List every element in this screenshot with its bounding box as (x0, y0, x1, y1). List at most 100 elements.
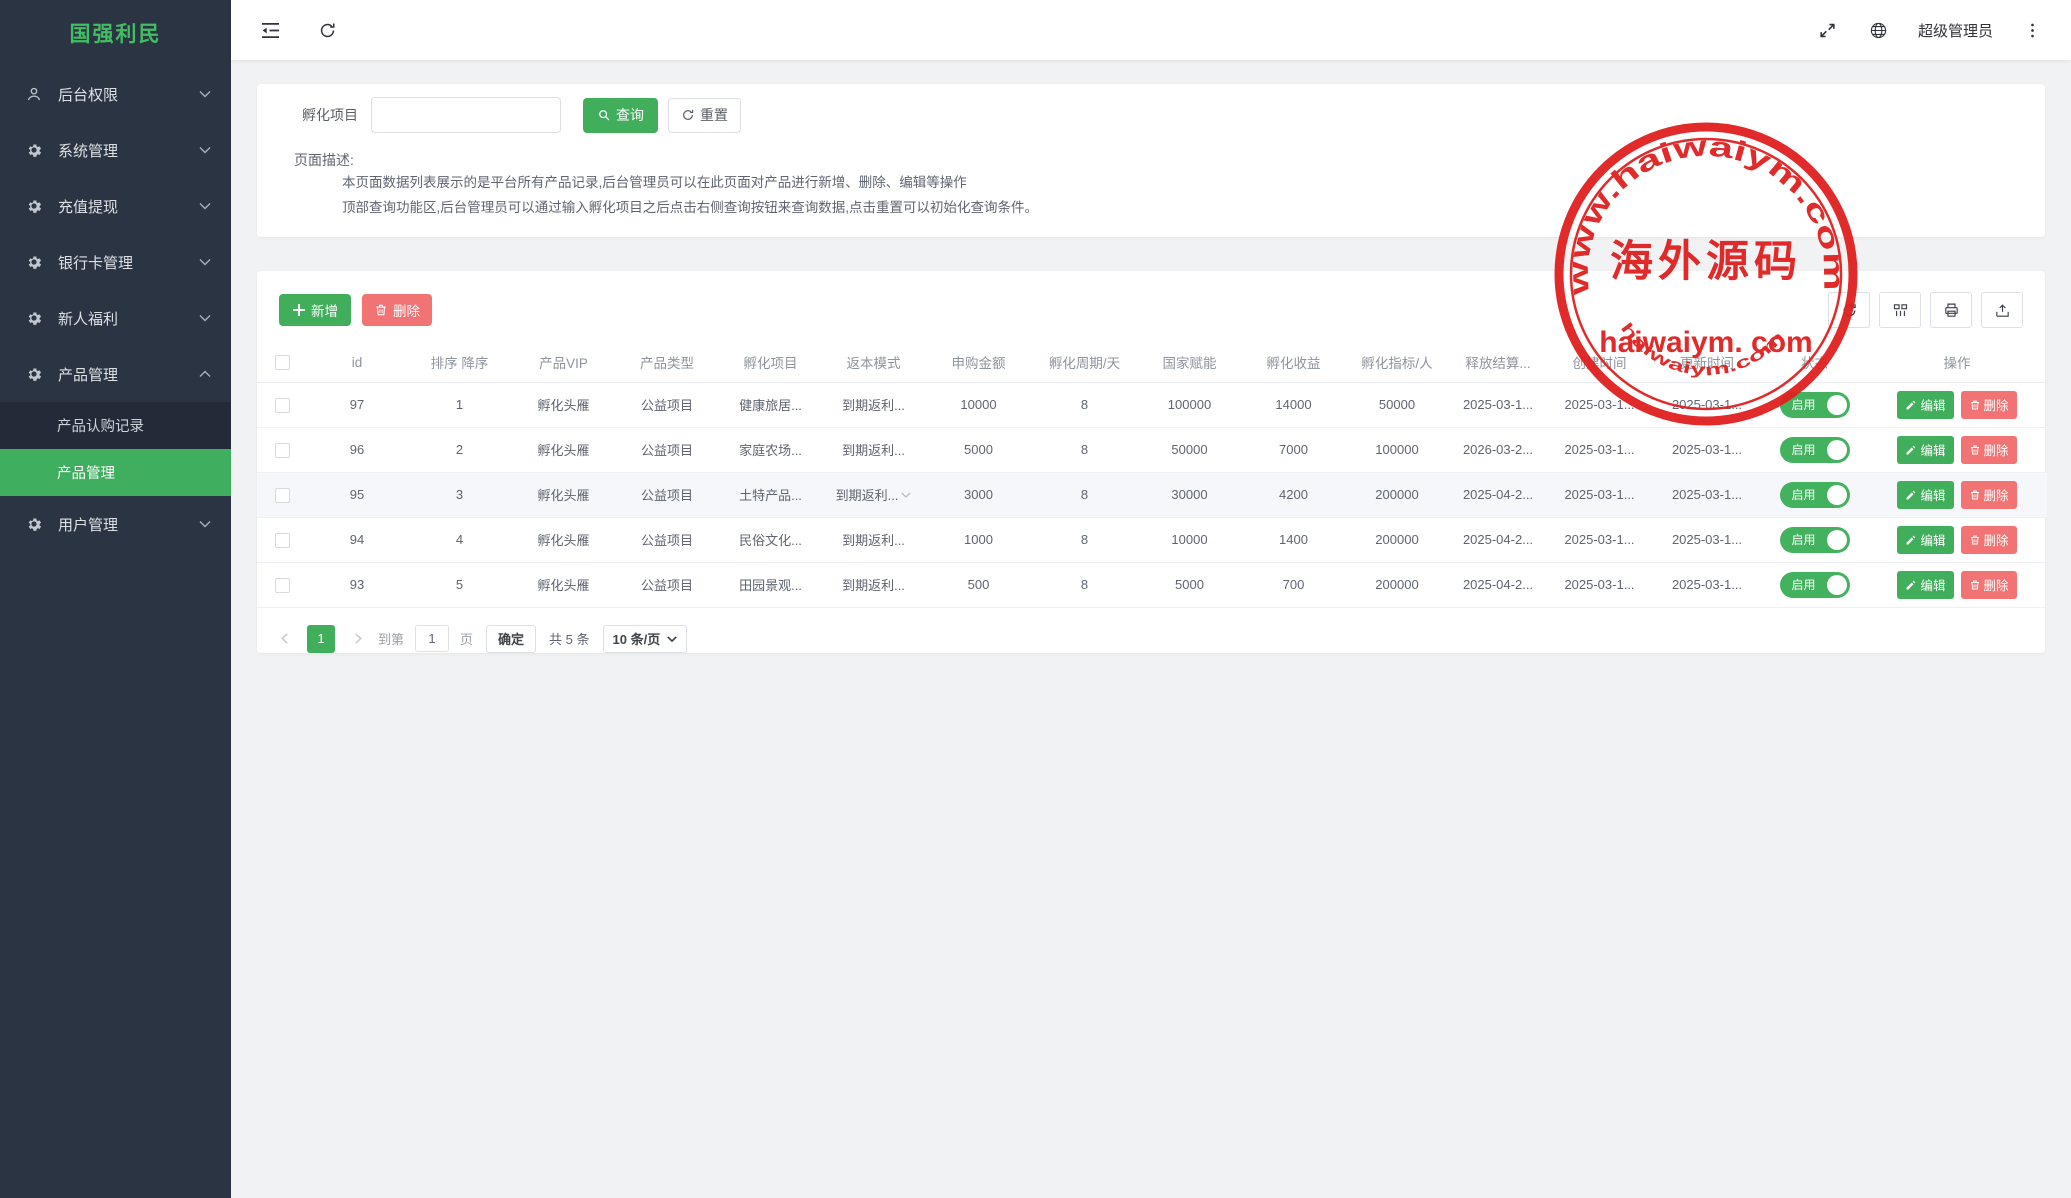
products-table: id排序 降序产品VIP产品类型孵化项目返本模式申购金额孵化周期/天国家赋能孵化… (257, 343, 2047, 608)
cell-quota: 200000 (1345, 472, 1449, 517)
cell-mode: 到期返利... (822, 382, 925, 427)
edit-row-button[interactable]: 编辑 (1897, 391, 1953, 419)
collapse-sidebar-icon[interactable] (258, 18, 282, 42)
reset-button[interactable]: 重置 (668, 98, 741, 133)
cell-type-value: 公益项目 (641, 578, 693, 593)
edit-row-button[interactable]: 编辑 (1897, 571, 1953, 599)
cell-status: 启用 (1762, 562, 1867, 607)
sidebar-subitem-label: 产品认购记录 (57, 415, 144, 436)
goto-page-input[interactable] (415, 625, 449, 652)
status-toggle[interactable]: 启用 (1780, 437, 1850, 463)
cell-updated-value: 2025-03-1... (1672, 397, 1742, 412)
delete-row-button[interactable]: 删除 (1961, 526, 2017, 554)
sidebar-item-6[interactable]: 用户管理 (0, 496, 231, 552)
current-user[interactable]: 超级管理员 (1918, 20, 1993, 41)
row-checkbox[interactable] (275, 578, 290, 593)
cell-id-value: 93 (350, 577, 364, 592)
cell-mode-value: 到期返利... (842, 533, 905, 548)
next-page-icon[interactable] (348, 633, 368, 644)
cell-vip: 孵化头雁 (512, 382, 615, 427)
page-size-select[interactable]: 10 条/页 (603, 625, 688, 653)
reset-icon (681, 108, 695, 122)
cell-empower-value: 5000 (1175, 577, 1204, 592)
cell-cycle-value: 8 (1081, 397, 1088, 412)
cell-updated: 2025-03-1... (1652, 472, 1762, 517)
cell-updated: 2025-03-1... (1652, 382, 1762, 427)
status-toggle[interactable]: 启用 (1780, 527, 1850, 553)
delete-button[interactable]: 删除 (362, 294, 432, 326)
column-header-14: 状态 (1762, 343, 1867, 382)
cell-cycle: 8 (1032, 382, 1137, 427)
row-checkbox[interactable] (275, 533, 290, 548)
sidebar-item-0[interactable]: 后台权限 (0, 66, 231, 122)
cell-project: 土特产品... (719, 472, 822, 517)
cell-project: 健康旅居... (719, 382, 822, 427)
incubation-project-input[interactable] (371, 97, 561, 133)
row-checkbox[interactable] (275, 398, 290, 413)
column-header-8: 国家赋能 (1137, 343, 1242, 382)
pencil-icon (1905, 534, 1917, 546)
page-number[interactable]: 1 (307, 625, 335, 653)
status-toggle[interactable]: 启用 (1780, 392, 1850, 418)
column-header-6: 申购金额 (925, 343, 1032, 382)
cell-profit: 1400 (1242, 517, 1345, 562)
edit-row-label: 编辑 (1920, 395, 1945, 414)
cell-profit-value: 700 (1283, 577, 1305, 592)
column-header-13: 更新时间 (1652, 343, 1762, 382)
cell-empower: 5000 (1137, 562, 1242, 607)
cell-created-value: 2025-03-1... (1564, 397, 1634, 412)
search-form: 孵化项目 查询 重置 (302, 97, 2025, 133)
edit-row-button[interactable]: 编辑 (1897, 436, 1953, 464)
sidebar-item-3[interactable]: 银行卡管理 (0, 234, 231, 290)
sidebar-item-1[interactable]: 系统管理 (0, 122, 231, 178)
refresh-table-button[interactable] (1828, 292, 1870, 328)
cell-empower-value: 10000 (1171, 532, 1207, 547)
table-row: 971孵化头雁公益项目健康旅居...到期返利...100008100000140… (257, 382, 2047, 427)
sidebar-item-4[interactable]: 新人福利 (0, 290, 231, 346)
sidebar-subitem-5-0[interactable]: 产品认购记录 (0, 402, 231, 449)
print-button[interactable] (1930, 292, 1972, 328)
add-button[interactable]: 新增 (279, 294, 351, 326)
pagination: 1 到第 页 确定 共 5 条 10 条/页 (257, 608, 2045, 653)
sidebar-item-5[interactable]: 产品管理 (0, 346, 231, 402)
table-card: 新增 删除 (257, 271, 2045, 653)
chevron-down-icon[interactable] (901, 490, 911, 500)
select-all-checkbox[interactable] (275, 355, 290, 370)
more-menu-icon[interactable] (2020, 18, 2044, 42)
columns-filter-button[interactable] (1879, 292, 1921, 328)
status-toggle[interactable]: 启用 (1780, 482, 1850, 508)
confirm-page-button[interactable]: 确定 (486, 625, 536, 653)
refresh-page-icon[interactable] (315, 18, 339, 42)
language-globe-icon[interactable] (1867, 18, 1891, 42)
delete-row-button[interactable]: 删除 (1961, 436, 2017, 464)
delete-row-button[interactable]: 删除 (1961, 391, 2017, 419)
edit-row-button[interactable]: 编辑 (1897, 526, 1953, 554)
cell-profit: 4200 (1242, 472, 1345, 517)
sidebar-item-2[interactable]: 充值提现 (0, 178, 231, 234)
cell-empower-value: 50000 (1171, 442, 1207, 457)
topbar: 超级管理员 (231, 0, 2071, 60)
row-checkbox[interactable] (275, 488, 290, 503)
trash-icon (1969, 534, 1981, 546)
cell-quota-value: 200000 (1375, 577, 1418, 592)
export-button[interactable] (1981, 292, 2023, 328)
delete-row-label: 删除 (1984, 440, 2009, 459)
cell-id: 95 (307, 472, 407, 517)
cell-sort: 4 (407, 517, 512, 562)
cell-release: 2025-04-2... (1449, 517, 1547, 562)
header-checkbox-cell (257, 343, 307, 382)
cell-release-value: 2025-03-1... (1463, 397, 1533, 412)
query-button[interactable]: 查询 (583, 98, 658, 133)
edit-row-button[interactable]: 编辑 (1897, 481, 1953, 509)
cell-created: 2025-03-1... (1547, 472, 1652, 517)
cell-project-value: 民俗文化... (739, 533, 802, 548)
cell-mode: 到期返利... (822, 517, 925, 562)
sidebar-subitem-5-1[interactable]: 产品管理 (0, 449, 231, 496)
delete-row-button[interactable]: 删除 (1961, 571, 2017, 599)
delete-row-button[interactable]: 删除 (1961, 481, 2017, 509)
fullscreen-icon[interactable] (1816, 18, 1840, 42)
gear-icon (25, 365, 43, 383)
row-checkbox[interactable] (275, 443, 290, 458)
prev-page-icon[interactable] (274, 633, 294, 644)
status-toggle[interactable]: 启用 (1780, 572, 1850, 598)
